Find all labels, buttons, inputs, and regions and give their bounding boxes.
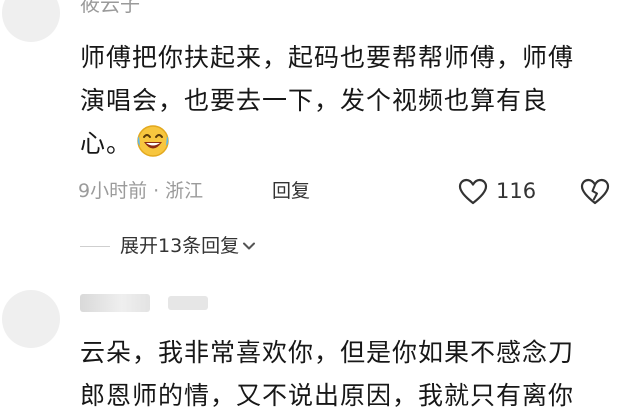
expand-replies-button[interactable]: 展开13条回复 (120, 231, 257, 261)
comment-page: 筱云子 师傅把你扶起来，起码也要帮帮师傅，师傅 演唱会，也要去一下，发个视频也算… (0, 0, 640, 411)
like-count: 116 (496, 179, 537, 203)
blurred-username (168, 296, 208, 310)
meta-separator: · (153, 180, 160, 202)
comment-meta: 9小时前 · 浙江 (78, 176, 203, 206)
comment-line: 师傅把你扶起来，起码也要帮帮师傅，师傅 (80, 43, 575, 72)
laughing-crying-emoji-icon (137, 125, 169, 157)
heart-icon[interactable] (458, 178, 488, 206)
comment-text: 师傅把你扶起来，起码也要帮帮师傅，师傅 演唱会，也要去一下，发个视频也算有良 心… (80, 36, 620, 165)
avatar[interactable] (2, 0, 60, 42)
comment-location: 浙江 (165, 180, 204, 202)
broken-heart-icon[interactable] (580, 178, 610, 206)
comment-time: 9小时前 (78, 180, 148, 202)
avatar[interactable] (2, 290, 60, 348)
comment-line-text: 演唱会，也要去一下，发个视频也算有良 (80, 86, 549, 115)
comment-line: 郎恩师的情，又不说出原因，我就只有离你 (80, 381, 575, 410)
comment-line-text: 心。 (80, 129, 133, 158)
reply-button[interactable]: 回复 (272, 176, 310, 206)
comment-line: 心。 (80, 122, 620, 165)
expand-replies-label: 展开13条回复 (120, 235, 240, 257)
chevron-down-icon (243, 242, 256, 250)
comment-line: 演唱会，也要去一下，发个视频也算有良 (80, 79, 620, 122)
blurred-username (80, 294, 150, 312)
comment-text: 云朵，我非常喜欢你，但是你如果不感念刀 郎恩师的情，又不说出原因，我就只有离你 (80, 331, 620, 411)
comment-line: 云朵，我非常喜欢你，但是你如果不感念刀 (80, 338, 575, 367)
comment-username[interactable]: 筱云子 (80, 0, 140, 14)
divider-line (80, 246, 110, 247)
